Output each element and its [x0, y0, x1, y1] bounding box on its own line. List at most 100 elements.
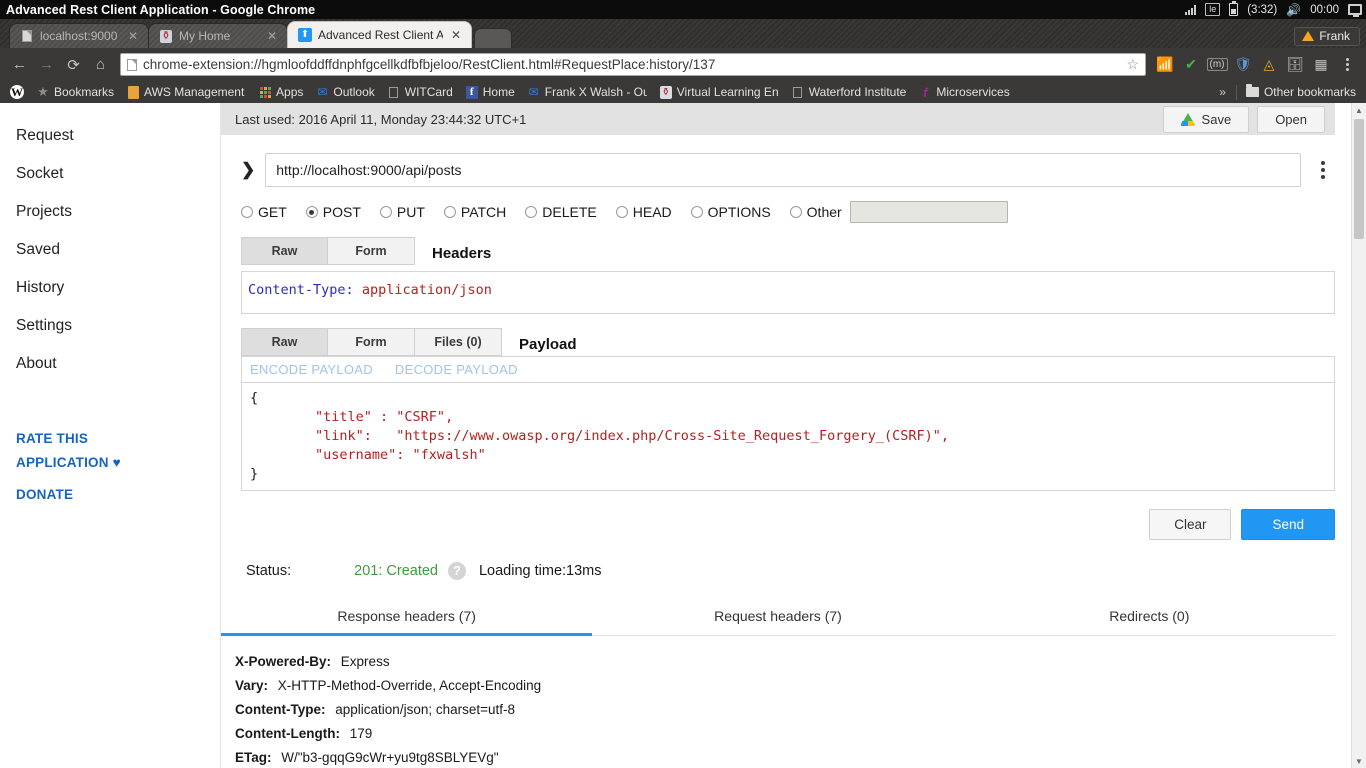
decode-payload-button[interactable]: DECODE PAYLOAD — [395, 362, 518, 377]
other-method-input[interactable] — [849, 201, 1008, 223]
browser-tab[interactable]: My Home ✕ — [148, 23, 288, 48]
request-url-input[interactable]: http://localhost:9000/api/posts — [265, 153, 1301, 187]
bookmarks-overflow-button[interactable]: » — [1212, 85, 1233, 99]
bookmark-item[interactable]: WITCard — [381, 84, 459, 100]
sidebar-item-saved[interactable]: Saved — [0, 231, 220, 269]
forward-arrow-icon[interactable]: → — [33, 51, 60, 78]
chrome-menu-icon[interactable] — [1334, 52, 1360, 78]
clear-button[interactable]: Clear — [1149, 509, 1232, 540]
payload-editor[interactable]: { "title" : "CSRF", "link": "https://www… — [241, 382, 1335, 491]
method-radio-patch[interactable]: PATCH — [443, 204, 506, 220]
bookmark-item[interactable]: Apps — [252, 84, 309, 100]
battery-icon[interactable] — [1229, 1, 1239, 16]
signal-bars-icon[interactable] — [1185, 4, 1197, 15]
home-icon[interactable]: ⌂ — [87, 51, 114, 78]
markdown-icon[interactable]: (m) — [1204, 52, 1230, 78]
monitor-icon[interactable] — [1348, 4, 1362, 17]
page-info-icon[interactable] — [127, 58, 137, 71]
grid-icon[interactable]: ▦ — [1308, 52, 1334, 78]
donate-link[interactable]: DONATE — [16, 483, 220, 507]
question-mark-icon[interactable]: ? — [447, 562, 466, 580]
document-icon — [387, 85, 401, 99]
other-bookmarks-button[interactable]: Other bookmarks — [1240, 84, 1362, 100]
clock-label[interactable]: 00:00 — [1310, 4, 1339, 16]
reload-icon[interactable]: ⟳ — [60, 51, 87, 78]
bookmark-item[interactable]: f Home — [459, 84, 521, 100]
tab-payload-raw[interactable]: Raw — [241, 328, 328, 356]
checkmark-icon[interactable]: ✔ — [1178, 52, 1204, 78]
battery-time-label: (3:32) — [1247, 3, 1278, 16]
pocket-icon[interactable]: ◬ — [1256, 52, 1282, 78]
sidebar-item-settings[interactable]: Settings — [0, 307, 220, 345]
scroll-up-icon[interactable]: ▲ — [1352, 103, 1366, 117]
tab-headers-form[interactable]: Form — [328, 237, 415, 265]
tab-response-headers[interactable]: Response headers (7) — [221, 596, 593, 636]
os-title-bar: Advanced Rest Client Application - Googl… — [0, 0, 1366, 19]
sidebar-item-socket[interactable]: Socket — [0, 155, 220, 193]
response-header-name: Vary: — [235, 678, 269, 693]
radio-icon — [615, 206, 628, 218]
bookmark-star-icon[interactable]: ☆ — [1126, 56, 1139, 73]
document-icon — [791, 85, 805, 99]
method-radio-put[interactable]: PUT — [379, 204, 425, 220]
radio-icon — [443, 206, 456, 218]
tab-payload-files[interactable]: Files (0) — [415, 328, 502, 356]
bookmark-item[interactable]: f Microservices — [912, 84, 1015, 100]
scroll-down-icon[interactable]: ▼ — [1352, 754, 1366, 768]
method-radio-delete[interactable]: DELETE — [525, 204, 597, 220]
tab-title: localhost:9000 — [40, 29, 118, 43]
sidebar-item-history[interactable]: History — [0, 269, 220, 307]
profile-button[interactable]: Frank — [1294, 27, 1360, 46]
method-radio-get[interactable]: GET — [241, 204, 287, 220]
tab-headers-raw[interactable]: Raw — [241, 237, 328, 265]
scrollbar-thumb[interactable] — [1354, 119, 1364, 239]
close-icon[interactable]: ✕ — [126, 29, 140, 43]
rss-icon[interactable]: 📶 — [1152, 52, 1178, 78]
chevron-right-icon[interactable]: ❯ — [241, 160, 255, 180]
sidebar-item-about[interactable]: About — [0, 345, 220, 383]
bookmark-item[interactable]: ✉ Outlook — [309, 84, 380, 100]
method-radio-post[interactable]: POST — [305, 204, 361, 220]
close-icon[interactable]: ✕ — [265, 29, 279, 43]
last-used-bar: Last used: 2016 April 11, Monday 23:44:3… — [221, 103, 1335, 135]
response-header-name: Content-Type: — [235, 702, 326, 717]
bookmark-item[interactable]: ⚱ Virtual Learning Env — [653, 84, 785, 100]
back-arrow-icon[interactable]: ← — [6, 51, 33, 78]
briefcase-icon[interactable]: 🗄 — [1282, 52, 1308, 78]
drive-actions: Save Open — [1162, 106, 1325, 133]
bookmark-item[interactable]: W — [4, 84, 30, 100]
bookmark-item[interactable]: Waterford Institute — [785, 84, 913, 100]
headers-editor[interactable]: Content-Type: application/json — [241, 271, 1335, 314]
bookmark-item[interactable]: AWS Management C — [120, 84, 252, 100]
bookmark-item[interactable]: ★ Bookmarks — [30, 84, 120, 100]
method-radio-other[interactable]: Other — [789, 204, 842, 220]
profile-name: Frank — [1319, 29, 1350, 43]
app-container: Request Socket Projects Saved History Se… — [0, 103, 1366, 768]
input-language-icon[interactable]: le — [1205, 3, 1221, 16]
kebab-menu-icon[interactable] — [1311, 161, 1335, 179]
new-tab-button[interactable] — [474, 28, 512, 48]
tab-request-headers[interactable]: Request headers (7) — [592, 596, 963, 635]
sidebar-item-projects[interactable]: Projects — [0, 193, 220, 231]
rate-application-line2[interactable]: APPLICATION ♥ — [16, 451, 220, 475]
tab-payload-form[interactable]: Form — [328, 328, 415, 356]
rate-application-line1[interactable]: RATE THIS — [16, 427, 220, 451]
main-scrollbar[interactable]: ▲ ▼ — [1351, 103, 1366, 768]
encode-payload-button[interactable]: ENCODE PAYLOAD — [250, 362, 373, 377]
bookmark-label: Bookmarks — [54, 85, 115, 99]
send-button[interactable]: Send — [1241, 509, 1335, 540]
bookmark-item[interactable]: ✉ Frank X Walsh - Out — [521, 84, 653, 100]
method-label: Other — [806, 204, 842, 220]
shield-icon[interactable]: 🛡 — [1230, 52, 1256, 78]
method-radio-head[interactable]: HEAD — [615, 204, 672, 220]
address-bar[interactable]: chrome-extension://hgmloofddffdnphfgcell… — [120, 53, 1146, 76]
tab-redirects[interactable]: Redirects (0) — [964, 596, 1335, 635]
sidebar-item-request[interactable]: Request — [0, 117, 220, 155]
save-button[interactable]: Save — [1162, 106, 1250, 133]
browser-tab[interactable]: localhost:9000 ✕ — [9, 23, 149, 48]
open-button[interactable]: Open — [1257, 106, 1325, 133]
browser-tab-active[interactable]: Advanced Rest Client A ✕ — [287, 21, 472, 48]
method-radio-options[interactable]: OPTIONS — [690, 204, 771, 220]
speaker-icon[interactable]: 🔊 — [1286, 3, 1301, 17]
close-icon[interactable]: ✕ — [449, 28, 463, 42]
